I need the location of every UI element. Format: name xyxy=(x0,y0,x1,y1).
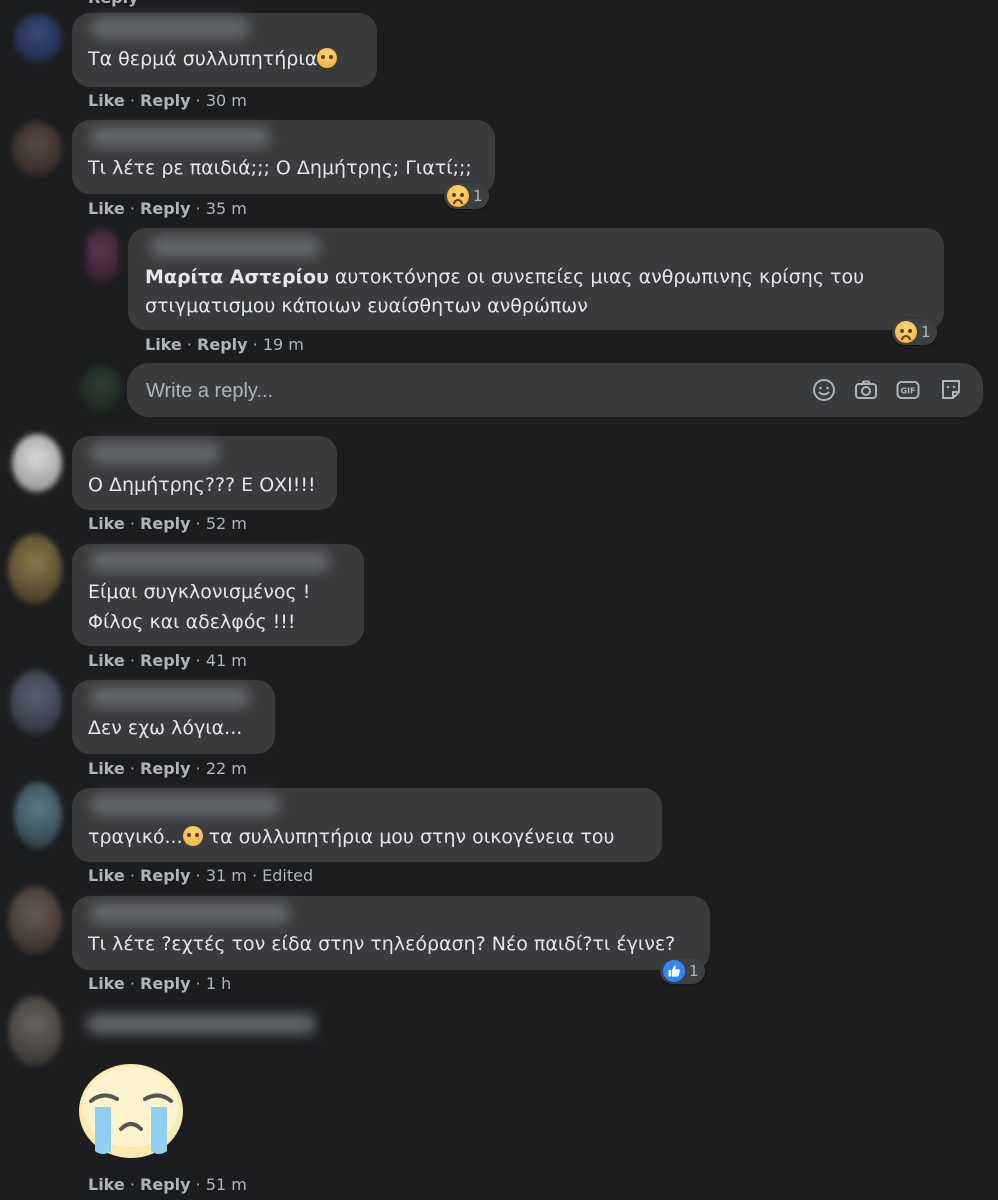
like-button[interactable]: Like xyxy=(88,866,125,885)
comment-text: Τα θερμά συλλυπητήρια xyxy=(88,44,338,74)
blurred-author-name xyxy=(90,126,270,148)
blurred-author-name xyxy=(150,236,320,258)
reply-button[interactable]: Reply xyxy=(140,91,191,110)
blurred-author-name xyxy=(90,794,280,816)
tagged-name-link[interactable]: Μαρίτα Αστερίου xyxy=(145,266,329,288)
timestamp[interactable]: 30 m xyxy=(206,91,247,110)
like-button[interactable]: Like xyxy=(88,199,125,218)
reply-button[interactable]: Reply xyxy=(140,974,191,993)
comment-actions: Like · Reply · 30 m xyxy=(88,91,247,110)
timestamp[interactable]: 41 m xyxy=(206,651,247,670)
emoji-icon[interactable] xyxy=(811,377,837,403)
comment-bubble: Δεν εχω λόγια... xyxy=(72,680,275,754)
reply-button[interactable]: Reply xyxy=(197,335,248,354)
avatar[interactable] xyxy=(12,122,62,176)
timestamp[interactable]: 19 m xyxy=(263,335,304,354)
timestamp[interactable]: 1 h xyxy=(206,974,231,993)
blurred-author-name xyxy=(90,686,250,708)
reaction-badge[interactable]: 1 xyxy=(660,958,705,984)
reply-button[interactable]: Reply xyxy=(140,199,191,218)
timestamp[interactable]: 52 m xyxy=(206,514,247,533)
sad-face-emoji-icon xyxy=(182,826,203,846)
like-button[interactable]: Like xyxy=(88,514,125,533)
comment-text: Ο Δημήτρης??? Ε ΟΧΙ!!! xyxy=(88,474,316,496)
comment-text: Τι λέτε ρε παιδιά;;; Ο Δημήτρης; Γιατί;;… xyxy=(88,157,472,179)
comment-bubble: Τι λέτε ?εχτές τον είδα στην τηλεόραση? … xyxy=(72,896,710,970)
avatar[interactable] xyxy=(8,534,62,604)
reply-bubble: Μαρίτα Αστερίου αυτοκτόνησε οι συνεπείες… xyxy=(128,228,944,330)
timestamp[interactable]: 22 m xyxy=(206,759,247,778)
write-reply-box[interactable]: GIF xyxy=(127,363,983,419)
comment-actions: Like · Reply · 35 m xyxy=(88,199,247,218)
comment-bubble: τραγικό... τα συλλυπητήρια μου στην οικο… xyxy=(72,788,662,862)
comment-meta-partial: Reply xyxy=(88,0,139,7)
avatar[interactable] xyxy=(8,996,62,1066)
blurred-author-name xyxy=(90,17,250,39)
like-button[interactable]: Like xyxy=(88,91,125,110)
comment-bubble: Είμαι συγκλονισμένος ! Φίλος και αδελφός… xyxy=(72,544,364,646)
reply-text-line-2: στιγματισμου κάποιων ευαίσθητων ανθρώπων xyxy=(145,295,588,317)
timestamp[interactable]: 31 m xyxy=(206,866,247,885)
like-button[interactable]: Like xyxy=(88,759,125,778)
reply-button[interactable]: Reply xyxy=(140,514,191,533)
comment-text: Δεν εχω λόγια... xyxy=(88,717,243,739)
crying-face-sticker-icon[interactable] xyxy=(77,1063,185,1159)
avatar[interactable] xyxy=(10,670,62,734)
avatar[interactable] xyxy=(86,228,118,284)
own-avatar xyxy=(80,365,122,413)
reply-text-line-1: Μαρίτα Αστερίου αυτοκτόνησε οι συνεπείες… xyxy=(145,266,865,288)
reply-button[interactable]: Reply xyxy=(140,759,191,778)
reply-button[interactable]: Reply xyxy=(140,866,191,885)
thumbs-up-reaction-icon xyxy=(663,960,685,982)
timestamp[interactable]: 51 m xyxy=(206,1175,247,1194)
sad-reaction-icon xyxy=(895,321,917,343)
reply-button[interactable]: Reply xyxy=(140,1175,191,1194)
blurred-author-name xyxy=(90,902,290,924)
reply-input[interactable] xyxy=(144,363,788,419)
comment-actions: Like · Reply · 52 m xyxy=(88,514,247,533)
comment-actions: Like · Reply · 31 m · Edited xyxy=(88,866,314,885)
avatar[interactable] xyxy=(8,886,62,954)
avatar[interactable] xyxy=(14,782,62,848)
sad-face-emoji-icon xyxy=(317,48,338,68)
sticker-icon[interactable] xyxy=(938,377,964,403)
blurred-author-name xyxy=(90,550,330,572)
comment-text: Τι λέτε ?εχτές τον είδα στην τηλεόραση? … xyxy=(88,933,676,955)
timestamp[interactable]: 35 m xyxy=(206,199,247,218)
reply-actions: Like · Reply · 19 m xyxy=(145,335,304,354)
gif-icon[interactable]: GIF xyxy=(895,377,921,403)
reaction-badge[interactable]: 1 xyxy=(892,319,937,345)
comment-bubble: Ο Δημήτρης??? Ε ΟΧΙ!!! xyxy=(72,436,337,510)
avatar[interactable] xyxy=(12,434,62,492)
like-button[interactable]: Like xyxy=(145,335,182,354)
like-button[interactable]: Like xyxy=(88,974,125,993)
comment-actions: Like · Reply · 41 m xyxy=(88,651,247,670)
edited-label[interactable]: Edited xyxy=(262,866,313,885)
blurred-author-name xyxy=(86,1013,316,1035)
camera-icon[interactable] xyxy=(853,377,879,403)
sad-reaction-icon xyxy=(447,185,469,207)
comment-actions: Like · Reply · 51 m xyxy=(88,1175,247,1194)
comment-text-line-1: Είμαι συγκλονισμένος ! xyxy=(88,581,311,603)
blurred-author-name xyxy=(90,442,220,464)
reaction-badge[interactable]: 1 xyxy=(444,183,489,209)
comment-bubble: Τι λέτε ρε παιδιά;;; Ο Δημήτρης; Γιατί;;… xyxy=(72,120,495,194)
svg-text:GIF: GIF xyxy=(900,387,915,396)
reply-button[interactable]: Reply xyxy=(140,651,191,670)
comment-text: τραγικό... τα συλλυπητήρια μου στην οικο… xyxy=(88,826,615,848)
avatar[interactable] xyxy=(14,14,62,62)
comment-bubble: Τα θερμά συλλυπητήρια xyxy=(72,13,377,87)
like-button[interactable]: Like xyxy=(88,651,125,670)
comment-text-line-2: Φίλος και αδελφός !!! xyxy=(88,611,296,633)
comment-actions: Like · Reply · 22 m xyxy=(88,759,247,778)
comment-actions: Like · Reply · 1 h xyxy=(88,974,232,993)
like-button[interactable]: Like xyxy=(88,1175,125,1194)
